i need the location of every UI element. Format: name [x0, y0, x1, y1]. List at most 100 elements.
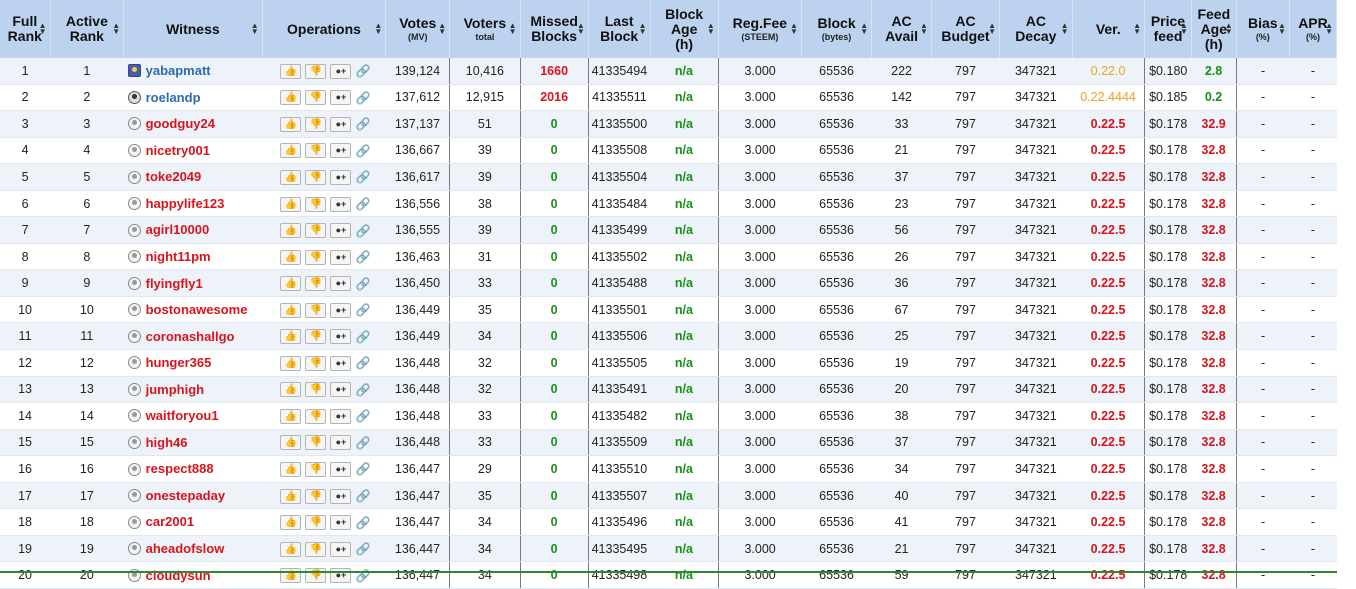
link-icon[interactable]: 🔗	[355, 303, 370, 317]
link-icon[interactable]: 🔗	[355, 516, 370, 530]
witness-name-link[interactable]: goodguy24	[146, 116, 215, 131]
thumbs-down-icon[interactable]: 👎	[305, 116, 327, 132]
witness-name-link[interactable]: nicetry001	[146, 143, 210, 158]
add-user-icon[interactable]: ●+	[330, 302, 352, 318]
thumbs-down-icon[interactable]: 👎	[305, 63, 327, 79]
thumbs-up-icon[interactable]: 👍	[280, 196, 302, 212]
thumbs-up-icon[interactable]: 👍	[280, 541, 302, 557]
thumbs-up-icon[interactable]: 👍	[280, 169, 302, 185]
thumbs-up-icon[interactable]: 👍	[280, 435, 302, 451]
thumbs-down-icon[interactable]: 👎	[305, 223, 327, 239]
col-last-block[interactable]: Last Block ▲ ▼	[588, 0, 651, 58]
witness-name-link[interactable]: high46	[146, 435, 188, 450]
thumbs-up-icon[interactable]: 👍	[280, 515, 302, 531]
thumbs-down-icon[interactable]: 👎	[305, 169, 327, 185]
thumbs-up-icon[interactable]: 👍	[280, 143, 302, 159]
thumbs-down-icon[interactable]: 👎	[305, 90, 327, 106]
add-user-icon[interactable]: ●+	[330, 276, 352, 292]
add-user-icon[interactable]: ●+	[330, 63, 352, 79]
link-icon[interactable]: 🔗	[355, 409, 370, 423]
thumbs-down-icon[interactable]: 👎	[305, 515, 327, 531]
thumbs-up-icon[interactable]: 👍	[280, 461, 302, 477]
link-icon[interactable]: 🔗	[355, 224, 370, 238]
witness-name-link[interactable]: onestepaday	[146, 488, 225, 503]
link-icon[interactable]: 🔗	[355, 489, 370, 503]
link-icon[interactable]: 🔗	[355, 436, 370, 450]
add-user-icon[interactable]: ●+	[330, 329, 352, 345]
link-icon[interactable]: 🔗	[355, 91, 370, 105]
link-icon[interactable]: 🔗	[355, 64, 370, 78]
witness-name-link[interactable]: bostonawesome	[146, 302, 248, 317]
thumbs-down-icon[interactable]: 👎	[305, 382, 327, 398]
link-icon[interactable]: 🔗	[355, 462, 370, 476]
thumbs-up-icon[interactable]: 👍	[280, 249, 302, 265]
col-active-rank[interactable]: Active Rank ▲ ▼	[50, 0, 125, 58]
thumbs-down-icon[interactable]: 👎	[305, 541, 327, 557]
thumbs-up-icon[interactable]: 👍	[280, 408, 302, 424]
col-missed-blocks[interactable]: Missed Blocks ▲ ▼	[520, 0, 589, 58]
col-ac-budget[interactable]: AC Budget ▲ ▼	[931, 0, 1001, 58]
thumbs-down-icon[interactable]: 👎	[305, 276, 327, 292]
witness-name-link[interactable]: car2001	[146, 515, 194, 530]
add-user-icon[interactable]: ●+	[330, 435, 352, 451]
col-bias[interactable]: Bias (%) ▲ ▼	[1236, 0, 1290, 58]
thumbs-down-icon[interactable]: 👎	[305, 408, 327, 424]
col-apr[interactable]: APR (%) ▲ ▼	[1289, 0, 1338, 58]
link-icon[interactable]: 🔗	[355, 330, 370, 344]
col-feed-age[interactable]: Feed Age (h) ▲ ▼	[1191, 0, 1237, 58]
thumbs-up-icon[interactable]: 👍	[280, 276, 302, 292]
add-user-icon[interactable]: ●+	[330, 515, 352, 531]
col-block-size[interactable]: Block (bytes) ▲ ▼	[801, 0, 873, 58]
add-user-icon[interactable]: ●+	[330, 196, 352, 212]
witness-name-link[interactable]: yabapmatt	[146, 63, 211, 78]
thumbs-down-icon[interactable]: 👎	[305, 488, 327, 504]
add-user-icon[interactable]: ●+	[330, 143, 352, 159]
witness-name-link[interactable]: happylife123	[146, 196, 225, 211]
add-user-icon[interactable]: ●+	[330, 116, 352, 132]
add-user-icon[interactable]: ●+	[330, 408, 352, 424]
thumbs-up-icon[interactable]: 👍	[280, 488, 302, 504]
witness-name-link[interactable]: roelandp	[146, 90, 201, 105]
thumbs-up-icon[interactable]: 👍	[280, 302, 302, 318]
add-user-icon[interactable]: ●+	[330, 382, 352, 398]
add-user-icon[interactable]: ●+	[330, 541, 352, 557]
link-icon[interactable]: 🔗	[355, 542, 370, 556]
add-user-icon[interactable]: ●+	[330, 249, 352, 265]
thumbs-up-icon[interactable]: 👍	[280, 382, 302, 398]
link-icon[interactable]: 🔗	[355, 356, 370, 370]
add-user-icon[interactable]: ●+	[330, 90, 352, 106]
col-voters[interactable]: Voters total ▲ ▼	[449, 0, 521, 58]
thumbs-up-icon[interactable]: 👍	[280, 355, 302, 371]
thumbs-down-icon[interactable]: 👎	[305, 249, 327, 265]
link-icon[interactable]: 🔗	[355, 117, 370, 131]
col-reg-fee[interactable]: Reg.Fee (STEEM) ▲ ▼	[718, 0, 802, 58]
thumbs-down-icon[interactable]: 👎	[305, 355, 327, 371]
col-ac-avail[interactable]: AC Avail ▲ ▼	[871, 0, 932, 58]
link-icon[interactable]: 🔗	[355, 277, 370, 291]
thumbs-down-icon[interactable]: 👎	[305, 329, 327, 345]
witness-name-link[interactable]: night11pm	[146, 249, 211, 264]
add-user-icon[interactable]: ●+	[330, 169, 352, 185]
thumbs-up-icon[interactable]: 👍	[280, 90, 302, 106]
col-version[interactable]: Ver. ▲ ▼	[1072, 0, 1146, 58]
thumbs-up-icon[interactable]: 👍	[280, 223, 302, 239]
witness-name-link[interactable]: aheadofslow	[146, 541, 225, 556]
link-icon[interactable]: 🔗	[355, 170, 370, 184]
thumbs-up-icon[interactable]: 👍	[280, 63, 302, 79]
thumbs-down-icon[interactable]: 👎	[305, 143, 327, 159]
thumbs-down-icon[interactable]: 👎	[305, 302, 327, 318]
add-user-icon[interactable]: ●+	[330, 461, 352, 477]
col-ac-decay[interactable]: AC Decay ▲ ▼	[999, 0, 1073, 58]
thumbs-down-icon[interactable]: 👎	[305, 196, 327, 212]
link-icon[interactable]: 🔗	[355, 197, 370, 211]
thumbs-up-icon[interactable]: 👍	[280, 329, 302, 345]
link-icon[interactable]: 🔗	[355, 383, 370, 397]
add-user-icon[interactable]: ●+	[330, 355, 352, 371]
witness-name-link[interactable]: jumphigh	[146, 382, 205, 397]
witness-name-link[interactable]: flyingfly1	[146, 276, 203, 291]
col-witness[interactable]: Witness ▲ ▼	[123, 0, 263, 58]
link-icon[interactable]: 🔗	[355, 250, 370, 264]
witness-name-link[interactable]: waitforyou1	[146, 408, 219, 423]
thumbs-up-icon[interactable]: 👍	[280, 116, 302, 132]
witness-name-link[interactable]: respect888	[146, 462, 214, 477]
